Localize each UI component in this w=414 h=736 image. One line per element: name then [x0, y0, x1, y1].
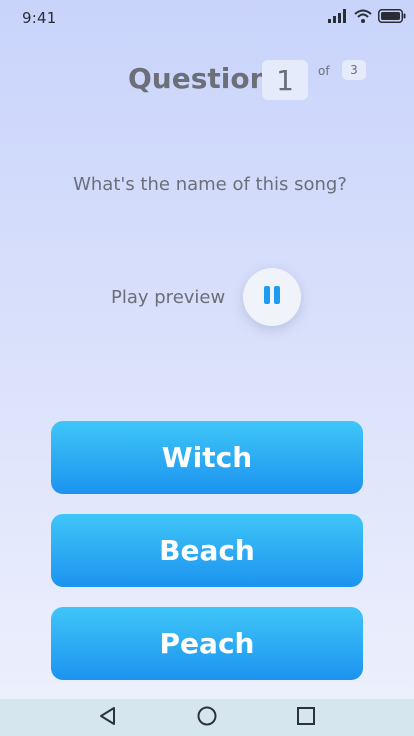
quiz-screen: 9:41 Question 1 of 3 What's the name of … — [0, 0, 414, 736]
pause-icon — [262, 285, 282, 309]
wifi-icon — [354, 9, 372, 23]
status-icons — [328, 9, 406, 23]
question-label: Question — [128, 62, 270, 95]
home-button[interactable] — [187, 702, 227, 734]
question-header: Question 1 of 3 — [128, 60, 388, 100]
answer-button-peach[interactable]: Peach — [51, 607, 363, 680]
status-time: 9:41 — [22, 9, 57, 27]
navigation-bar — [0, 699, 414, 736]
play-preview-button[interactable] — [243, 268, 301, 326]
back-button[interactable] — [88, 702, 128, 734]
home-icon — [196, 705, 218, 731]
question-of-label: of — [318, 64, 330, 78]
back-icon — [98, 706, 118, 730]
status-bar: 9:41 — [0, 0, 414, 36]
battery-icon — [378, 9, 406, 23]
play-preview-label: Play preview — [111, 287, 226, 308]
recents-icon — [296, 706, 316, 730]
question-number: 1 — [262, 60, 308, 100]
question-text: What's the name of this song? — [73, 174, 347, 195]
signal-icon — [328, 9, 348, 23]
recents-button[interactable] — [286, 702, 326, 734]
answer-button-witch[interactable]: Witch — [51, 421, 363, 494]
question-total: 3 — [342, 60, 366, 80]
answer-button-beach[interactable]: Beach — [51, 514, 363, 587]
